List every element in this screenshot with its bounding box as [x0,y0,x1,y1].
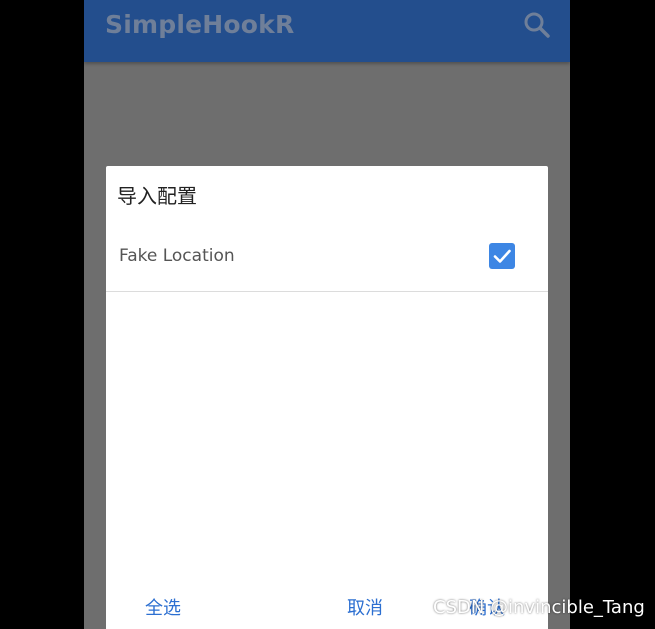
phone-screen: SimpleHookR 导入配置 Fake Location 全选 取消 确认 [84,0,570,629]
dialog-title: 导入配置 [117,184,197,208]
app-title: SimpleHookR [105,10,295,39]
import-config-dialog: 导入配置 Fake Location 全选 取消 确认 [106,166,548,629]
search-button[interactable] [520,8,554,42]
cancel-button[interactable]: 取消 [347,594,383,620]
item-checkbox[interactable] [489,243,515,269]
watermark: CSDN @invincible_Tang [433,597,645,618]
search-icon [524,12,550,38]
list-item[interactable]: Fake Location [106,226,548,292]
select-all-button[interactable]: 全选 [145,594,181,620]
checkmark-icon [493,249,511,263]
list-item-label: Fake Location [119,246,235,266]
app-bar: SimpleHookR [84,0,570,62]
